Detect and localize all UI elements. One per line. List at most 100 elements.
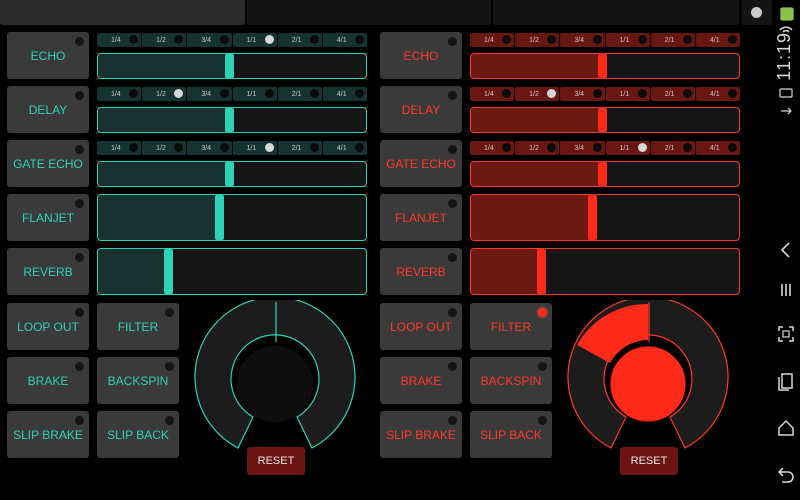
beat-button[interactable]: 4/1 <box>322 87 368 101</box>
beat-button[interactable]: 1/2 <box>515 87 560 101</box>
brake-button[interactable]: BRAKE <box>380 357 462 404</box>
beat-label: 1/1 <box>619 36 630 44</box>
screenshot-icon[interactable] <box>776 324 796 344</box>
level-slider-delay[interactable] <box>97 107 367 133</box>
button-label: SLIP BRAKE <box>386 427 456 442</box>
beat-button[interactable]: 2/1 <box>650 141 695 155</box>
effect-button-echo[interactable]: ECHO <box>380 32 462 79</box>
beat-button[interactable]: 1/1 <box>605 141 650 155</box>
beat-button[interactable]: 3/4 <box>560 141 605 155</box>
slip-back-button[interactable]: SLIP BACK <box>470 411 552 458</box>
beat-label: 3/4 <box>574 90 585 98</box>
beat-button[interactable]: 2/1 <box>650 33 695 47</box>
beat-label: 1/2 <box>529 90 539 98</box>
beat-button[interactable]: 4/1 <box>695 87 741 101</box>
level-slider-reverb[interactable] <box>97 248 367 295</box>
beat-button[interactable]: 1/4 <box>97 141 142 155</box>
effect-button-delay[interactable]: DELAY <box>380 86 462 133</box>
level-slider-reverb[interactable] <box>470 248 740 295</box>
beat-button[interactable]: 3/4 <box>187 141 232 155</box>
slider-handle[interactable] <box>225 162 234 186</box>
beat-button[interactable]: 2/1 <box>277 87 322 101</box>
filter-button[interactable]: FILTER <box>470 303 552 350</box>
reset-button[interactable]: RESET <box>247 447 305 475</box>
effect-button-flanjet[interactable]: FLANJET <box>7 194 89 241</box>
level-slider-echo[interactable] <box>97 53 367 79</box>
beat-button[interactable]: 1/1 <box>605 33 650 47</box>
beat-button[interactable]: 2/1 <box>277 33 322 47</box>
beat-label: 1/1 <box>246 90 257 98</box>
slip-back-button[interactable]: SLIP BACK <box>97 411 179 458</box>
loop-out-button[interactable]: LOOP OUT <box>7 303 89 350</box>
beat-button[interactable]: 1/2 <box>142 141 187 155</box>
home-icon[interactable] <box>776 418 796 438</box>
slider-handle[interactable] <box>164 249 173 294</box>
beat-button[interactable]: 4/1 <box>695 141 741 155</box>
brake-button[interactable]: BRAKE <box>7 357 89 404</box>
level-slider-delay[interactable] <box>470 107 740 133</box>
back-icon[interactable] <box>776 240 796 260</box>
slider-handle[interactable] <box>598 108 607 132</box>
beat-button[interactable]: 3/4 <box>187 33 232 47</box>
beat-button[interactable]: 3/4 <box>560 87 605 101</box>
pad-center-active <box>609 345 687 423</box>
recent-apps-icon[interactable] <box>776 372 796 392</box>
beat-button[interactable]: 1/1 <box>605 87 650 101</box>
beat-button[interactable]: 1/4 <box>97 33 142 47</box>
beat-label: 1/2 <box>529 36 539 44</box>
beat-button[interactable]: 1/1 <box>232 87 277 101</box>
slider-handle[interactable] <box>598 54 607 78</box>
level-slider-echo[interactable] <box>470 53 740 79</box>
beat-button[interactable]: 4/1 <box>322 141 368 155</box>
effect-button-delay[interactable]: DELAY <box>7 86 89 133</box>
level-slider-flanjet[interactable] <box>97 194 367 241</box>
beat-button[interactable]: 1/2 <box>142 33 187 47</box>
effect-button-reverb[interactable]: REVERB <box>380 248 462 295</box>
slip-brake-button[interactable]: SLIP BRAKE <box>380 411 462 458</box>
menu-icon[interactable] <box>776 280 796 300</box>
level-slider-flanjet[interactable] <box>470 194 740 241</box>
effect-button-echo[interactable]: ECHO <box>7 32 89 79</box>
filter-button[interactable]: FILTER <box>97 303 179 350</box>
beat-button[interactable]: 4/1 <box>322 33 368 47</box>
effect-button-reverb[interactable]: REVERB <box>7 248 89 295</box>
beat-label: 2/1 <box>291 144 302 152</box>
beat-button[interactable]: 1/2 <box>142 87 187 101</box>
slider-handle[interactable] <box>537 249 546 294</box>
slider-handle[interactable] <box>225 54 234 78</box>
xy-pad[interactable] <box>563 300 733 460</box>
undo-icon[interactable] <box>776 464 796 484</box>
slider-handle[interactable] <box>588 195 597 240</box>
level-slider-gate-echo[interactable] <box>97 161 367 187</box>
slider-handle[interactable] <box>598 162 607 186</box>
beat-button[interactable]: 2/1 <box>650 87 695 101</box>
beat-button[interactable]: 1/4 <box>97 87 142 101</box>
reset-button[interactable]: RESET <box>620 447 678 475</box>
beat-button[interactable]: 1/4 <box>470 141 515 155</box>
beat-button[interactable]: 1/2 <box>515 141 560 155</box>
beat-button[interactable]: 1/2 <box>515 33 560 47</box>
backspin-button[interactable]: BACKSPIN <box>97 357 179 404</box>
beat-button[interactable]: 3/4 <box>560 33 605 47</box>
effect-button-flanjet[interactable]: FLANJET <box>380 194 462 241</box>
slider-handle[interactable] <box>215 195 224 240</box>
beat-selector-gate-echo: 1/4 1/2 3/4 1/1 2/1 4/1 <box>97 141 368 155</box>
beat-button[interactable]: 1/4 <box>470 87 515 101</box>
effect-button-gate-echo[interactable]: GATE ECHO <box>380 140 462 187</box>
beat-selector-delay: 1/4 1/2 3/4 1/1 2/1 4/1 <box>97 87 368 101</box>
beat-button[interactable]: 1/4 <box>470 33 515 47</box>
slip-brake-button[interactable]: SLIP BRAKE <box>7 411 89 458</box>
xy-pad[interactable] <box>190 300 360 460</box>
beat-button[interactable]: 1/1 <box>232 33 277 47</box>
backspin-button[interactable]: BACKSPIN <box>470 357 552 404</box>
slider-handle[interactable] <box>225 108 234 132</box>
beat-button[interactable]: 1/1 <box>232 141 277 155</box>
button-label: FILTER <box>490 319 532 334</box>
loop-out-button[interactable]: LOOP OUT <box>380 303 462 350</box>
beat-button[interactable]: 4/1 <box>695 33 741 47</box>
led-indicator <box>448 362 457 371</box>
beat-button[interactable]: 3/4 <box>187 87 232 101</box>
beat-button[interactable]: 2/1 <box>277 141 322 155</box>
level-slider-gate-echo[interactable] <box>470 161 740 187</box>
effect-button-gate-echo[interactable]: GATE ECHO <box>7 140 89 187</box>
